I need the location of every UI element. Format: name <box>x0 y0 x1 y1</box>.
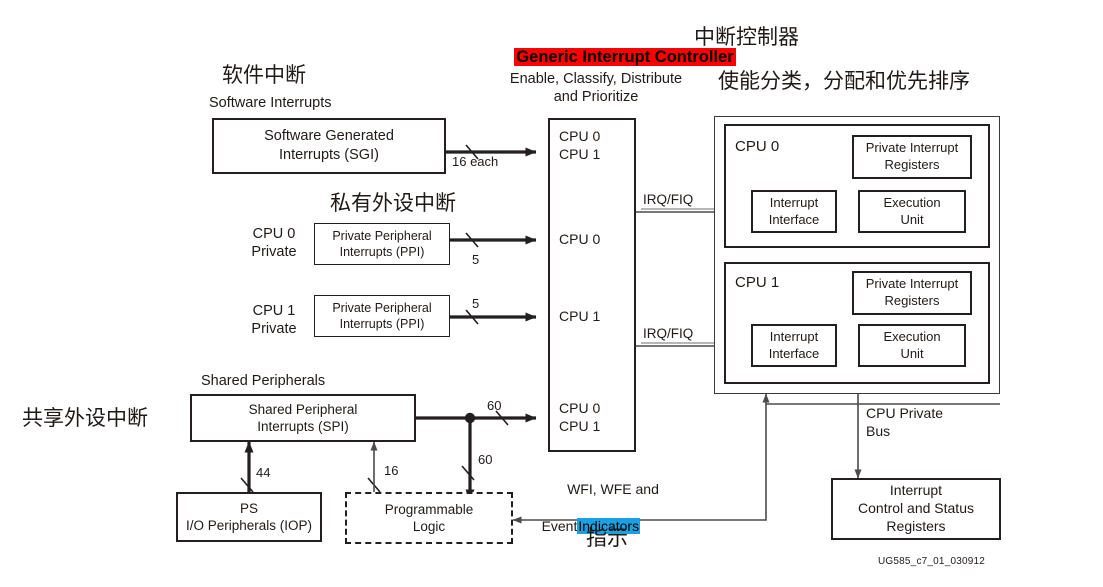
cpu1-private-registers-label: Private Interrupt Registers <box>865 276 959 308</box>
gic-group-3: CPU 0 CPU 1 <box>559 400 601 434</box>
gic-subtitle-cn: 使能分类，分配和优先排序 <box>718 69 970 93</box>
iop-block-label: PS I/O Peripherals (IOP) <box>185 500 313 533</box>
cpu0-private-registers-label: Private Interrupt Registers <box>865 140 959 172</box>
spi-to-gic-width-label: 60 <box>487 398 502 413</box>
cpu0-private-label: CPU 0 Private <box>251 226 297 261</box>
pl-to-spi-width-label: 16 <box>384 463 399 478</box>
ppi1-bus-width-label: 5 <box>472 296 480 311</box>
cpu0-interrupt-interface-label: Interrupt Interface <box>768 194 820 227</box>
wfi-wfe-label-line1: WFI, WFE and <box>567 481 659 497</box>
spi-junction-dot <box>464 412 476 424</box>
cpu0-name: CPU 0 <box>735 138 780 155</box>
shared-peripherals-label: Shared Peripherals <box>201 373 326 389</box>
gic-subtitle: Enable, Classify, Distribute and Priorit… <box>509 71 683 106</box>
iop-block: PS I/O Peripherals (IOP) <box>176 492 322 542</box>
icsr-label: Interrupt Control and Status Registers <box>858 482 974 534</box>
interrupt-control-status-registers-block: Interrupt Control and Status Registers <box>831 478 1001 540</box>
software-interrupts-label-en: Software Interrupts <box>209 95 332 111</box>
cpu1-execution-unit-label: Execution Unit <box>883 328 941 361</box>
cpu1-irq-fiq-label: IRQ/FIQ <box>643 326 694 341</box>
programmable-logic-block: Programmable Logic <box>345 492 513 544</box>
cpu0-execution-unit-label: Execution Unit <box>883 194 941 227</box>
cpu0-private-interrupt-registers: Private Interrupt Registers <box>852 135 972 179</box>
private-peripheral-label-cn: 私有外设中断 <box>330 191 456 215</box>
figure-id-footer: UG585_c7_01_030912 <box>878 556 986 567</box>
gic-group-2: CPU 1 <box>559 308 601 324</box>
software-interrupts-label-cn: 软件中断 <box>222 63 306 87</box>
interrupt-controller-diagram: Generic Interrupt Controller Enable, Cla… <box>0 0 1103 587</box>
ppi-cpu0-label: Private Peripheral Interrupts (PPI) <box>332 229 432 259</box>
ppi-cpu1-label: Private Peripheral Interrupts (PPI) <box>332 301 432 331</box>
cpu-private-bus-label: CPU Private Bus <box>866 405 944 439</box>
spi-block: Shared Peripheral Interrupts (SPI) <box>190 394 416 442</box>
ppi-cpu1-block: Private Peripheral Interrupts (PPI) <box>314 295 450 337</box>
indication-label-cn: 指示 <box>586 526 628 550</box>
spi-to-pl-width-label: 60 <box>478 452 493 467</box>
iop-to-spi-width-label: 44 <box>256 465 271 480</box>
spi-block-label: Shared Peripheral Interrupts (SPI) <box>248 401 358 434</box>
gic-title-cn: 中断控制器 <box>694 25 799 49</box>
sgi-block-label: Software Generated Interrupts (SGI) <box>264 128 394 163</box>
gic-group-1: CPU 0 <box>559 231 601 247</box>
ppi-cpu0-block: Private Peripheral Interrupts (PPI) <box>314 223 450 265</box>
ppi0-bus-width-label: 5 <box>472 252 480 267</box>
gic-title-text: Generic Interrupt Controller <box>514 47 736 66</box>
sgi-bus-width-label: 16 each <box>452 154 499 169</box>
cpu0-execution-unit: Execution Unit <box>858 190 966 233</box>
wfi-wfe-event-text: Event <box>541 517 578 534</box>
shared-peripheral-label-cn: 共享外设中断 <box>22 406 148 430</box>
cpu1-name: CPU 1 <box>735 274 780 291</box>
sgi-block: Software Generated Interrupts (SGI) <box>212 118 446 174</box>
cpu1-interrupt-interface-label: Interrupt Interface <box>768 328 820 361</box>
cpu1-private-label: CPU 1 Private <box>251 303 297 338</box>
cpu1-execution-unit: Execution Unit <box>858 324 966 367</box>
cpu1-interrupt-interface: Interrupt Interface <box>751 324 837 367</box>
gic-group-0: CPU 0 CPU 1 <box>559 128 601 162</box>
cpu0-irq-fiq-label: IRQ/FIQ <box>643 192 694 207</box>
cpu0-interrupt-interface: Interrupt Interface <box>751 190 837 233</box>
cpu1-private-interrupt-registers: Private Interrupt Registers <box>852 271 972 315</box>
programmable-logic-label: Programmable Logic <box>384 501 474 534</box>
